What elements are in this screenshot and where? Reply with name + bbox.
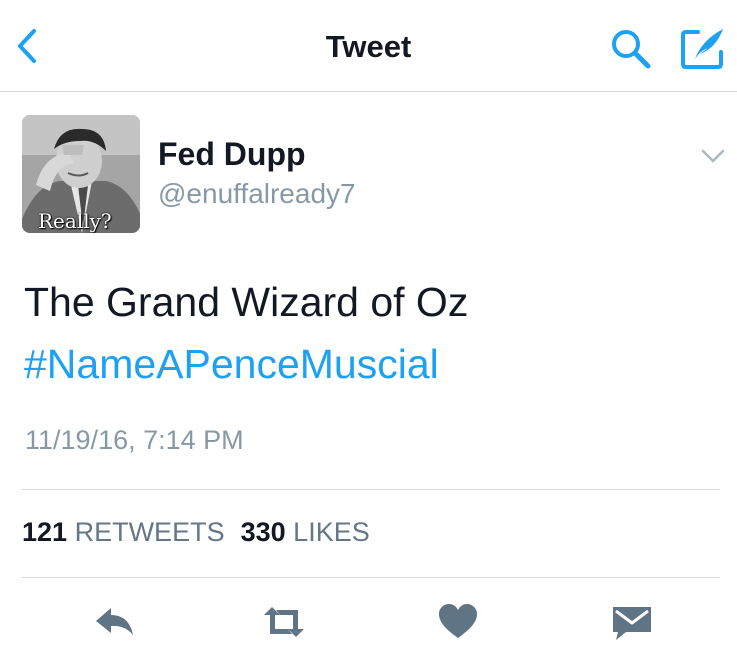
likes-stat[interactable]: 330 LIKES bbox=[241, 517, 370, 547]
retweets-stat[interactable]: 121 RETWEETS bbox=[22, 517, 225, 547]
tweet-stats: 121 RETWEETS 330 LIKES bbox=[22, 517, 370, 548]
author-name[interactable]: Fed Dupp bbox=[158, 136, 306, 173]
likes-count: 330 bbox=[240, 517, 286, 547]
tweet-timestamp: 11/19/16, 7:14 PM bbox=[25, 425, 244, 455]
search-icon[interactable] bbox=[609, 27, 653, 71]
navbar-divider bbox=[0, 91, 737, 92]
likes-label: LIKES bbox=[293, 517, 370, 547]
reply-icon[interactable] bbox=[93, 602, 137, 642]
retweet-icon[interactable] bbox=[262, 602, 306, 642]
retweets-label: RETWEETS bbox=[74, 517, 225, 547]
navigation-bar: Tweet bbox=[0, 0, 737, 92]
author-handle[interactable]: @enuffalready7 bbox=[158, 178, 356, 210]
retweets-count: 121 bbox=[22, 517, 68, 547]
chevron-down-icon[interactable] bbox=[700, 146, 726, 166]
avatar[interactable]: Really? bbox=[22, 115, 140, 233]
tweet-text: The Grand Wizard of Oz bbox=[24, 279, 469, 325]
stats-divider bbox=[22, 577, 720, 578]
hashtag-link[interactable]: #NameAPenceMuscial bbox=[24, 341, 439, 388]
compose-tweet-icon[interactable] bbox=[680, 26, 726, 70]
heart-icon[interactable] bbox=[436, 602, 480, 642]
avatar-caption: Really? bbox=[38, 209, 112, 233]
envelope-icon[interactable] bbox=[610, 602, 654, 642]
timestamp-divider bbox=[22, 489, 720, 490]
